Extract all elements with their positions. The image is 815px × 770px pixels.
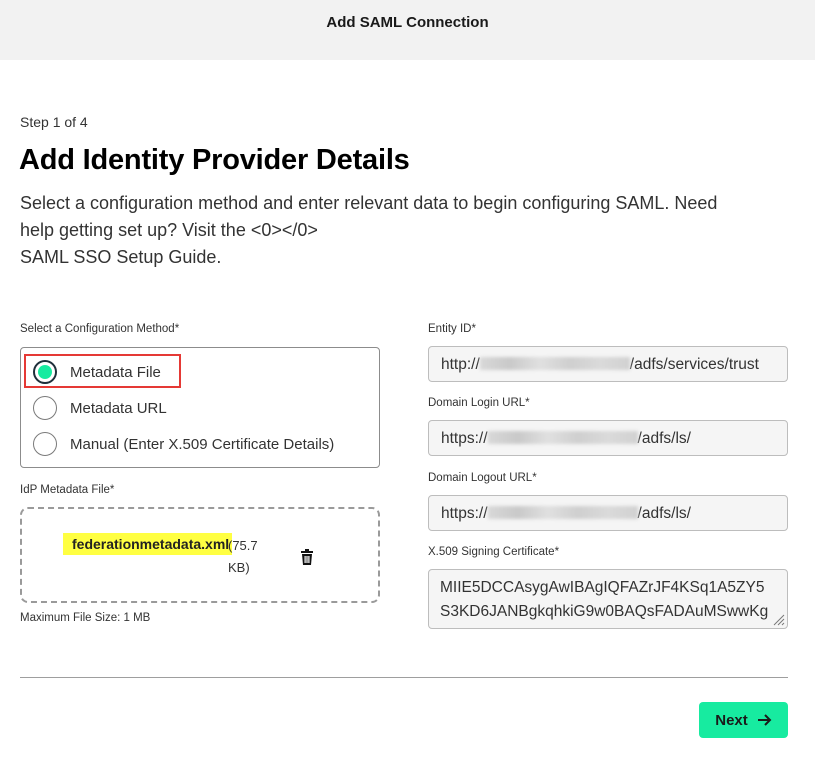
radio-option-manual[interactable]: Manual (Enter X.509 Certificate Details)	[33, 429, 334, 459]
arrow-right-icon	[757, 714, 772, 726]
page-description: Select a configuration method and enter …	[20, 190, 800, 271]
description-line: help getting set up? Visit the <0></0>	[20, 220, 318, 240]
config-method-radio-group: Metadata File Metadata URL Manual (Enter…	[20, 347, 380, 468]
radio-button[interactable]	[33, 432, 57, 456]
url-suffix: /adfs/services/trust	[629, 356, 759, 373]
description-line: Select a configuration method and enter …	[20, 193, 718, 213]
file-name: federationmetadata.xml	[63, 533, 232, 555]
page-title: Add Identity Provider Details	[19, 144, 410, 176]
radio-button-selected[interactable]	[33, 360, 57, 384]
metadata-file-label: IdP Metadata File*	[20, 484, 115, 496]
max-file-size-note: Maximum File Size: 1 MB	[20, 612, 151, 624]
entity-id-label: Entity ID*	[428, 323, 476, 335]
certificate-line: S3KD6JANBgkqhkiG9w0BAQsFADAuMSwwKg	[440, 603, 769, 620]
domain-login-url-field[interactable]: https:// /adfs/ls/	[428, 420, 788, 456]
redacted-host	[487, 506, 638, 519]
radio-label: Metadata URL	[70, 399, 167, 417]
domain-login-url-label: Domain Login URL*	[428, 397, 530, 409]
url-prefix: https://	[441, 430, 488, 447]
step-indicator: Step 1 of 4	[20, 114, 88, 130]
radio-option-metadata-url[interactable]: Metadata URL	[33, 393, 167, 423]
signing-certificate-textarea[interactable]: MIIE5DCCAsygAwIBAgIQFAZrJF4KSq1A5ZY5 S3K…	[428, 569, 788, 629]
signing-certificate-label: X.509 Signing Certificate*	[428, 546, 560, 558]
url-prefix: https://	[441, 505, 488, 522]
setup-guide-link[interactable]: SAML SSO Setup Guide.	[20, 244, 800, 271]
dialog-title: Add SAML Connection	[326, 14, 489, 31]
trash-icon[interactable]	[300, 549, 314, 565]
file-size: (75.7 KB)	[228, 538, 258, 575]
radio-button[interactable]	[33, 396, 57, 420]
certificate-line: MIIE5DCCAsygAwIBAgIQFAZrJF4KSq1A5ZY5	[440, 579, 765, 596]
radio-label: Manual (Enter X.509 Certificate Details)	[70, 435, 335, 453]
url-suffix: /adfs/ls/	[637, 430, 691, 447]
file-drop-zone[interactable]: federationmetadata.xml (75.7 KB)	[20, 507, 380, 603]
entity-id-field[interactable]: http:// /adfs/services/trust	[428, 346, 788, 382]
redacted-host	[479, 357, 630, 370]
url-suffix: /adfs/ls/	[637, 505, 691, 522]
radio-option-metadata-file[interactable]: Metadata File	[33, 357, 161, 387]
next-button[interactable]: Next	[699, 702, 788, 738]
footer-divider	[20, 677, 788, 678]
header-bar: Add SAML Connection	[0, 0, 815, 60]
config-method-label: Select a Configuration Method*	[20, 323, 180, 335]
redacted-host	[487, 431, 638, 444]
next-button-label: Next	[715, 711, 748, 729]
domain-logout-url-field[interactable]: https:// /adfs/ls/	[428, 495, 788, 531]
resize-handle-icon[interactable]	[771, 612, 785, 626]
radio-label: Metadata File	[70, 363, 161, 381]
url-prefix: http://	[441, 356, 480, 373]
domain-logout-url-label: Domain Logout URL*	[428, 472, 537, 484]
